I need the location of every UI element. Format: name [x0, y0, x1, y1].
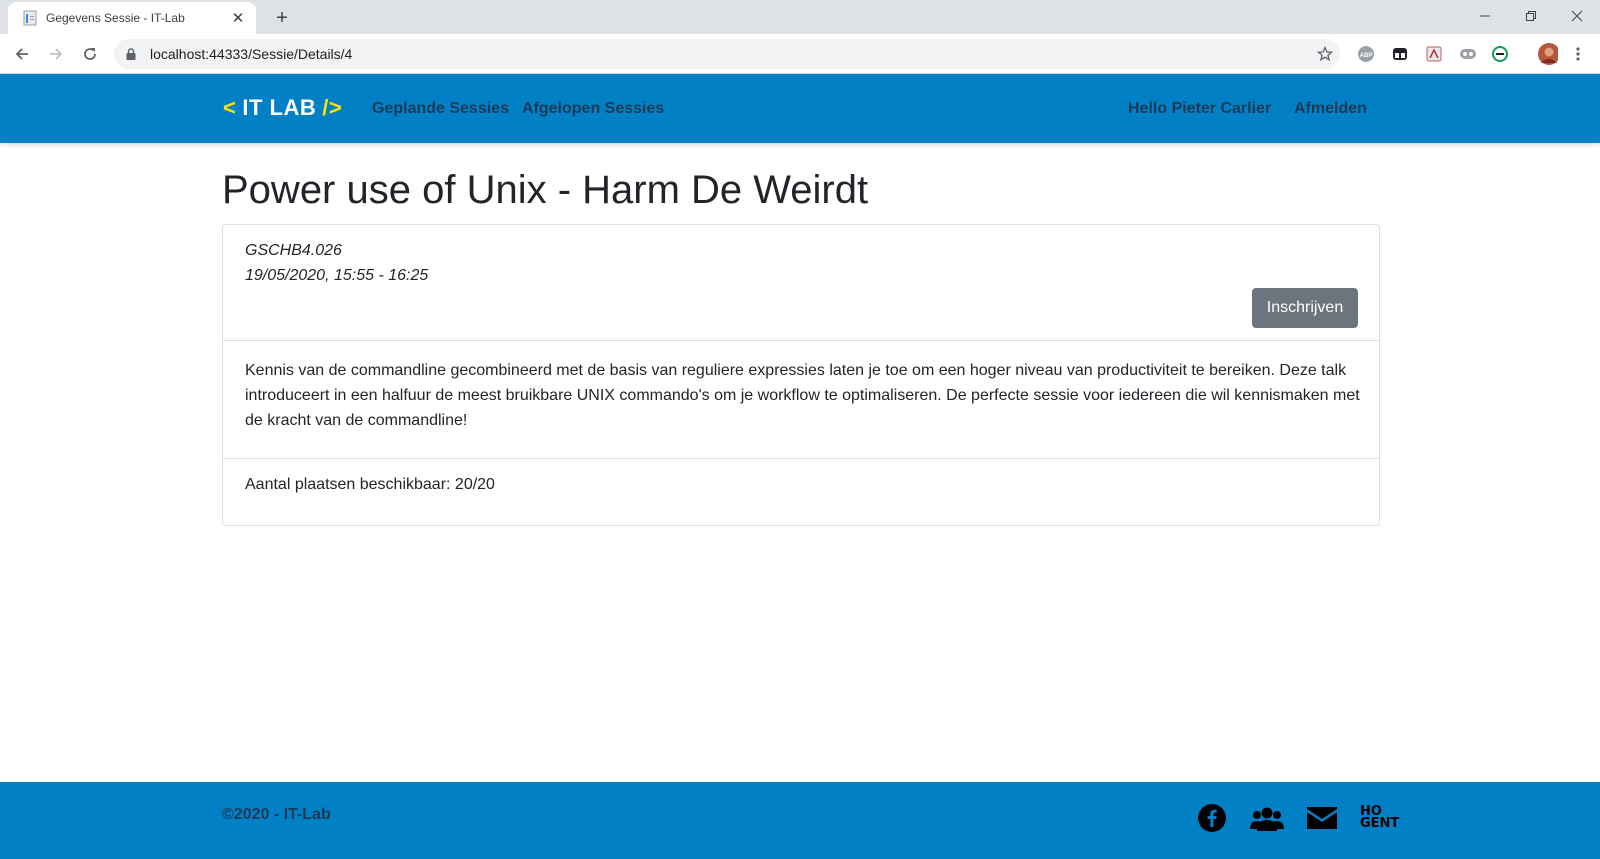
session-location: GSCHB4.026: [245, 242, 342, 259]
logo-left-bracket: <: [223, 95, 237, 120]
session-meta-section: GSCHB4.026 19/05/2020, 15:55 - 16:25 Ins…: [223, 225, 1379, 341]
user-greeting[interactable]: Hello Pieter Carlier: [1128, 100, 1271, 118]
tab-title: Gegevens Sessie - IT-Lab: [46, 11, 185, 25]
seats-available: Aantal plaatsen beschikbaar: 20/20: [245, 476, 495, 493]
restore-icon[interactable]: [1508, 0, 1554, 32]
reload-icon[interactable]: [76, 40, 104, 68]
logo-text: IT LAB: [242, 95, 317, 120]
bookmark-star-icon[interactable]: [1310, 46, 1340, 62]
session-card: GSCHB4.026 19/05/2020, 15:55 - 16:25 Ins…: [222, 224, 1380, 526]
new-tab-icon[interactable]: +: [270, 6, 294, 30]
copyright-text: ©2020 - IT-Lab: [222, 806, 331, 823]
menu-kebab-icon[interactable]: [1568, 44, 1588, 64]
logo-right-bracket: />: [322, 95, 343, 120]
session-seats-section: Aantal plaatsen beschikbaar: 20/20: [223, 459, 1379, 525]
session-description: Kennis van de commandline gecombineerd m…: [245, 362, 1360, 429]
page-title: Power use of Unix - Harm De Weirdt: [222, 168, 869, 212]
page-icon: [22, 10, 38, 26]
hogent-line2: GENT: [1360, 816, 1400, 831]
session-description-section: Kennis van de commandline gecombineerd m…: [223, 341, 1379, 459]
close-window-icon[interactable]: [1554, 0, 1600, 32]
enroll-button[interactable]: Inschrijven: [1252, 288, 1358, 328]
session-datetime: 19/05/2020, 15:55 - 16:25: [245, 267, 429, 284]
lock-icon: [126, 47, 140, 61]
extension-icon[interactable]: [1390, 44, 1410, 64]
url-text: localhost:44333/Sessie/Details/4: [150, 46, 353, 62]
nav-geplande-sessies[interactable]: Geplande Sessies: [372, 100, 509, 118]
close-tab-icon[interactable]: ✕: [230, 10, 246, 27]
site-footer: ©2020 - IT-Lab HO GENT: [0, 782, 1600, 859]
hogent-logo[interactable]: HO GENT: [1360, 802, 1404, 834]
back-icon[interactable]: [8, 40, 36, 68]
link-extension-icon[interactable]: [1458, 44, 1478, 64]
profile-avatar[interactable]: [1538, 43, 1558, 65]
browser-tab-bar: Gegevens Sessie - IT-Lab ✕ +: [0, 0, 1600, 34]
adblock-extension-icon[interactable]: ABP: [1356, 44, 1376, 64]
logout-link[interactable]: Afmelden: [1294, 100, 1367, 118]
facebook-icon[interactable]: [1196, 802, 1228, 834]
minimize-icon[interactable]: [1462, 0, 1508, 32]
sync-extension-icon[interactable]: [1490, 44, 1510, 64]
browser-toolbar: localhost:44333/Sessie/Details/4 ABP: [0, 34, 1600, 74]
pdf-extension-icon[interactable]: [1424, 44, 1444, 64]
itlab-logo[interactable]: < IT LAB />: [223, 92, 342, 124]
forward-icon[interactable]: [42, 40, 70, 68]
group-icon[interactable]: [1248, 802, 1286, 834]
nav-afgelopen-sessies[interactable]: Afgelopen Sessies: [522, 100, 664, 118]
svg-text:ABP: ABP: [1360, 53, 1373, 59]
address-bar[interactable]: localhost:44333/Sessie/Details/4: [114, 39, 1340, 69]
browser-tab[interactable]: Gegevens Sessie - IT-Lab ✕: [8, 2, 256, 34]
site-header: < IT LAB /> Geplande Sessies Afgelopen S…: [0, 74, 1600, 143]
mail-icon[interactable]: [1306, 802, 1338, 834]
